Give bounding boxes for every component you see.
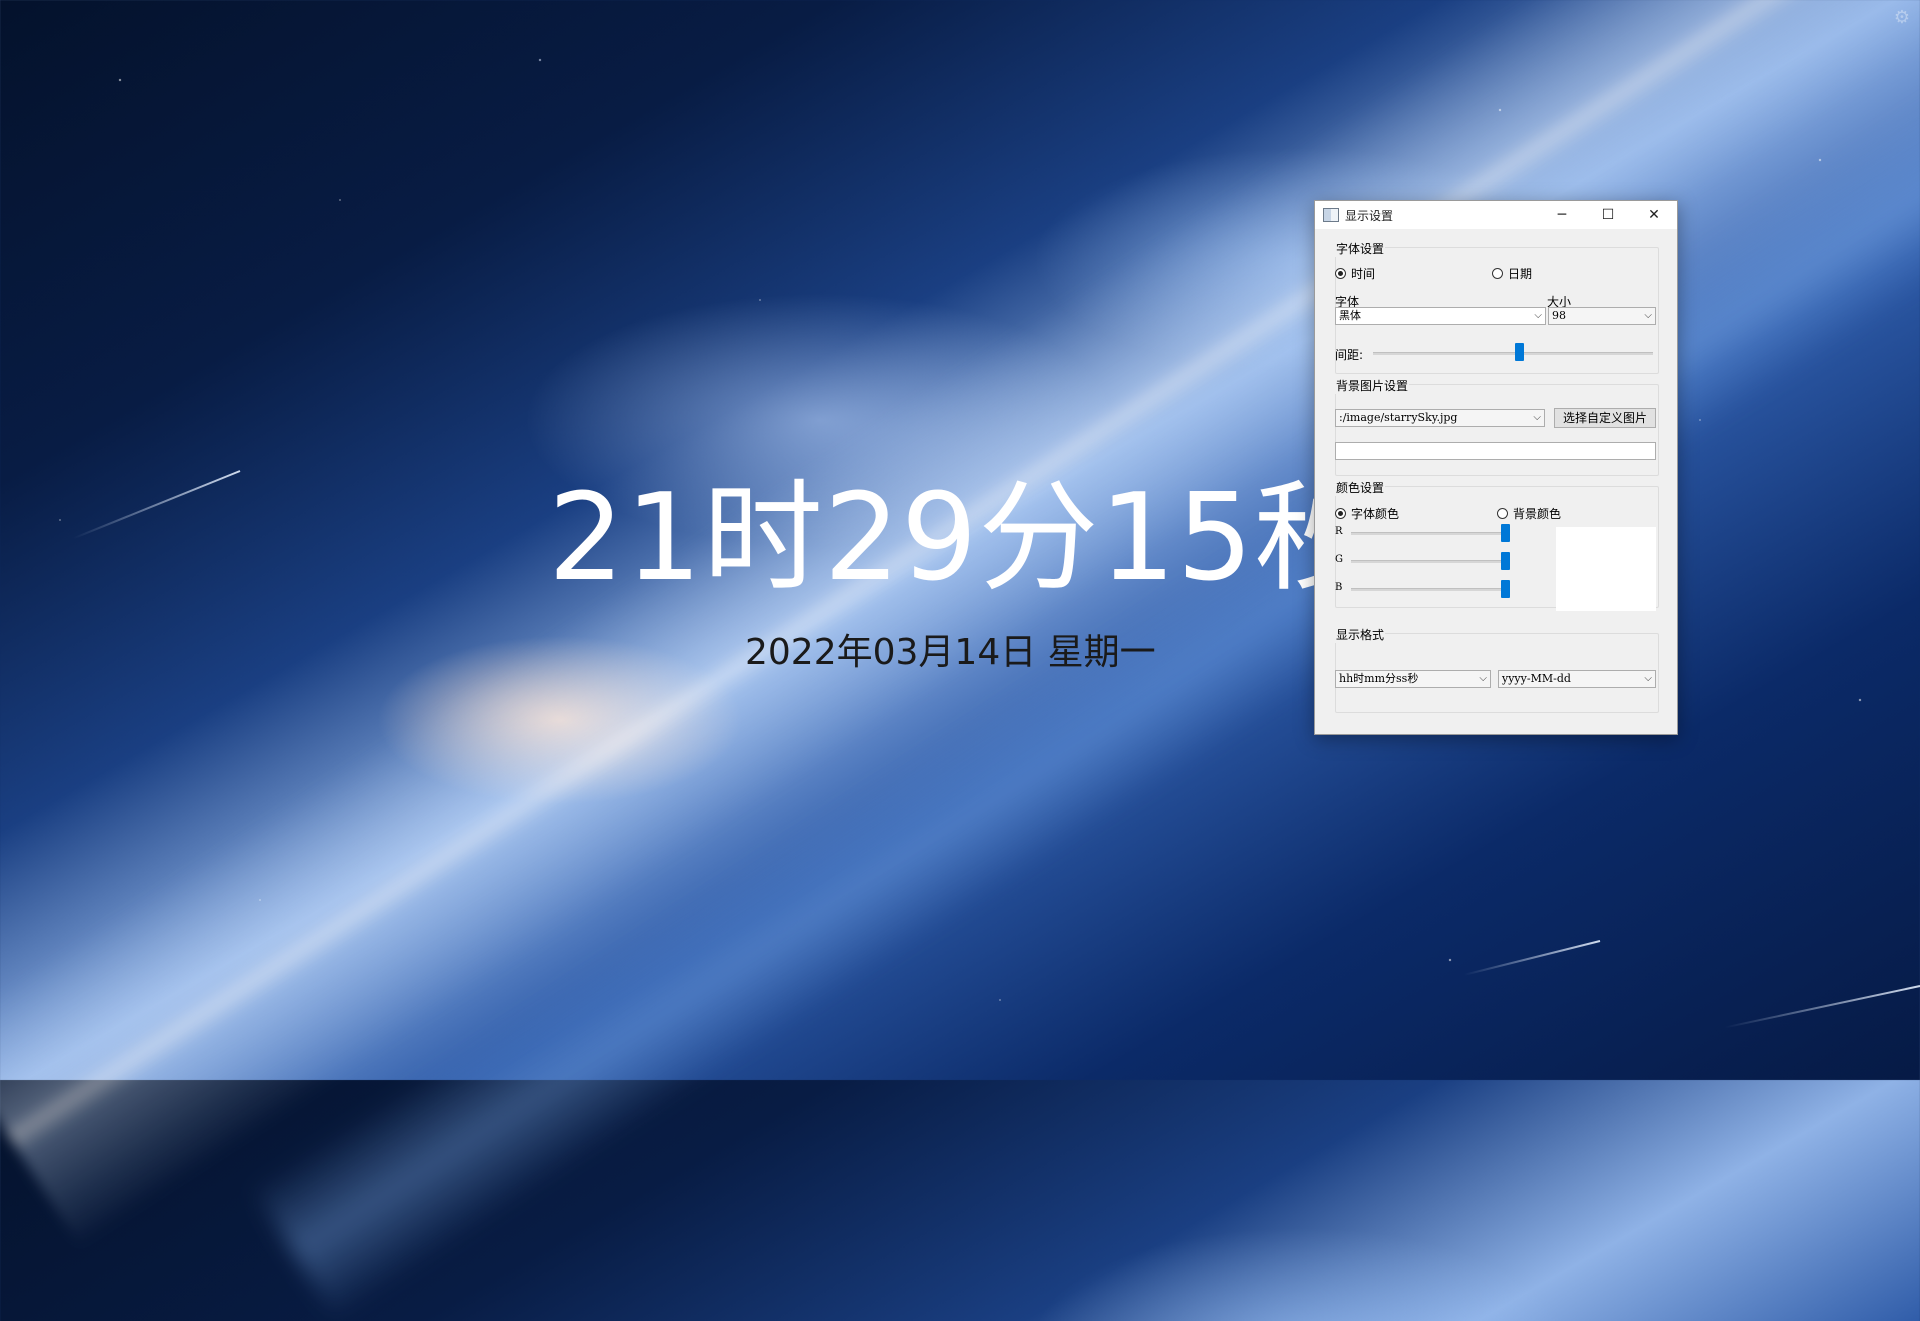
radio-time-label: 时间 bbox=[1351, 267, 1376, 281]
radio-bg-color-label: 背景颜色 bbox=[1513, 507, 1562, 521]
chevron-down-icon: ⌵ bbox=[1644, 310, 1652, 321]
chevron-down-icon: ⌵ bbox=[1644, 673, 1652, 684]
radio-bg-color[interactable]: 背景颜色 bbox=[1497, 505, 1561, 522]
chevron-down-icon: ⌵ bbox=[1479, 673, 1487, 684]
spacing-label: 间距: bbox=[1335, 348, 1364, 362]
radio-font-color[interactable]: 字体颜色 bbox=[1335, 505, 1399, 522]
radio-time-indicator[interactable] bbox=[1335, 268, 1346, 279]
time-format-combo[interactable]: hh时mm分ss秒 ⌵ bbox=[1335, 670, 1491, 688]
r-label: R bbox=[1335, 526, 1343, 537]
clock-time: 21时29分15秒 bbox=[548, 469, 1376, 608]
display-settings-dialog: 显示设置 ─ ☐ ✕ 字体设置 时间 日期 字体 大小 黑体 ⌵ 98 ⌵ 间距… bbox=[1314, 200, 1678, 735]
radio-bg-color-indicator[interactable] bbox=[1497, 508, 1508, 519]
g-slider-track[interactable] bbox=[1351, 560, 1505, 563]
radio-time[interactable]: 时间 bbox=[1335, 265, 1375, 282]
radio-date-label: 日期 bbox=[1508, 267, 1533, 281]
time-format-value: hh时mm分ss秒 bbox=[1339, 672, 1419, 685]
display-format-title: 显示格式 bbox=[1335, 626, 1386, 643]
spacing-slider-handle[interactable] bbox=[1514, 343, 1524, 361]
r-slider-handle[interactable] bbox=[1501, 524, 1510, 542]
custom-image-path-field[interactable] bbox=[1335, 442, 1656, 460]
radio-date-indicator[interactable] bbox=[1492, 268, 1503, 279]
bg-image-title: 背景图片设置 bbox=[1335, 377, 1410, 394]
r-slider-track[interactable] bbox=[1351, 532, 1505, 535]
b-slider-track[interactable] bbox=[1351, 588, 1505, 591]
color-preview bbox=[1556, 527, 1656, 611]
chevron-down-icon: ⌵ bbox=[1534, 310, 1542, 321]
size-combo[interactable]: 98 ⌵ bbox=[1548, 307, 1656, 325]
app-icon bbox=[1323, 208, 1339, 222]
bg-image-combo-value: :/image/starrySky.jpg bbox=[1339, 411, 1458, 424]
size-combo-value: 98 bbox=[1552, 309, 1566, 322]
bg-image-combo[interactable]: :/image/starrySky.jpg ⌵ bbox=[1335, 409, 1545, 427]
date-format-value: yyyy-MM-dd bbox=[1502, 672, 1571, 685]
radio-font-color-indicator[interactable] bbox=[1335, 508, 1346, 519]
maximize-button[interactable]: ☐ bbox=[1585, 201, 1631, 229]
radio-date[interactable]: 日期 bbox=[1492, 265, 1532, 282]
close-button[interactable]: ✕ bbox=[1631, 201, 1677, 229]
g-slider-handle[interactable] bbox=[1501, 552, 1510, 570]
spacing-slider-track[interactable] bbox=[1373, 352, 1653, 355]
font-combo[interactable]: 黑体 ⌵ bbox=[1335, 307, 1546, 325]
radio-font-color-label: 字体颜色 bbox=[1351, 507, 1400, 521]
bg-image-group bbox=[1335, 384, 1659, 476]
font-combo-value: 黑体 bbox=[1339, 309, 1361, 322]
b-slider-handle[interactable] bbox=[1501, 580, 1510, 598]
color-settings-title: 颜色设置 bbox=[1335, 479, 1386, 496]
clock-date: 2022年03月14日 星期一 bbox=[745, 632, 1156, 673]
minimize-button[interactable]: ─ bbox=[1539, 201, 1585, 229]
gear-icon[interactable]: ⚙ bbox=[1892, 8, 1912, 28]
window-title: 显示设置 bbox=[1345, 208, 1394, 223]
chevron-down-icon: ⌵ bbox=[1533, 412, 1541, 423]
title-bar[interactable]: 显示设置 ─ ☐ ✕ bbox=[1315, 201, 1677, 229]
g-label: G bbox=[1335, 554, 1343, 565]
choose-custom-image-button[interactable]: 选择自定义图片 bbox=[1554, 408, 1656, 428]
date-format-combo[interactable]: yyyy-MM-dd ⌵ bbox=[1498, 670, 1656, 688]
font-settings-title: 字体设置 bbox=[1335, 240, 1386, 257]
b-label: B bbox=[1335, 582, 1343, 593]
